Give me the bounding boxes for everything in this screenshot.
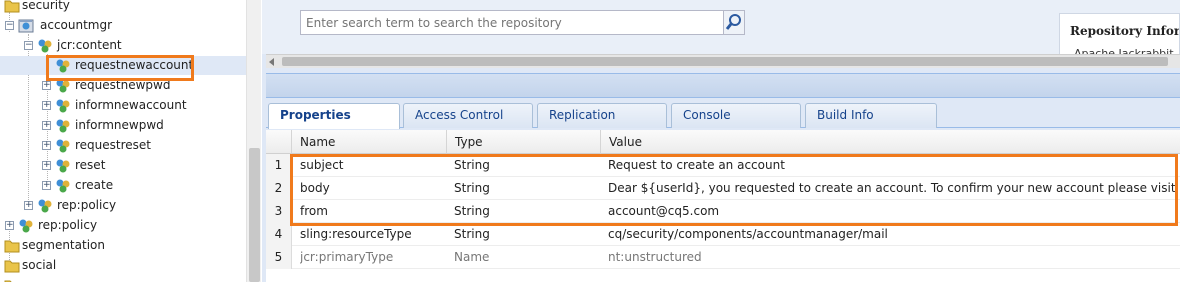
node-icon <box>55 138 71 153</box>
tree-item-label: informnewaccount <box>75 98 187 112</box>
tree-item-label: security <box>22 0 70 12</box>
expand-icon[interactable]: + <box>42 141 51 150</box>
table-row[interactable]: 5 jcr:primaryType Name nt:unstructured <box>266 246 1180 269</box>
tree-item-label: requestreset <box>75 138 152 152</box>
tab-console[interactable]: Console <box>671 103 801 128</box>
tree-item-segmentation[interactable]: segmentation <box>0 236 246 255</box>
node-icon <box>55 118 71 133</box>
tab-access-control[interactable]: Access Control <box>403 103 533 128</box>
repository-search-input[interactable] <box>300 10 724 35</box>
tree-item-rep-policy[interactable]: + rep:policy <box>0 196 246 215</box>
row-number: 5 <box>266 246 292 269</box>
tree-item-jcr-content[interactable]: − jcr:content <box>0 36 246 55</box>
folder-icon <box>4 0 20 13</box>
tab-bar: Properties Access Control Replication Co… <box>266 98 1180 129</box>
row-number: 4 <box>266 223 292 246</box>
property-value[interactable]: nt:unstructured <box>608 246 1180 269</box>
collapse-icon[interactable]: − <box>24 41 33 50</box>
node-icon <box>37 38 53 53</box>
node-icon <box>18 218 34 233</box>
tree-item-label: segmentation <box>22 238 105 252</box>
row-number: 1 <box>266 154 292 177</box>
tree-item-reset[interactable]: + reset <box>0 156 246 175</box>
node-icon <box>55 158 71 173</box>
selection-highlight-box <box>46 55 194 81</box>
tree-item-label: accountmgr <box>40 18 113 32</box>
node-icon <box>55 178 71 193</box>
grid-header-value[interactable]: Value <box>601 130 1180 154</box>
repository-info-title: Repository Infor <box>1070 24 1180 38</box>
tree-item-label: create <box>75 178 114 192</box>
scrollbar-thumb[interactable] <box>282 57 1168 66</box>
tree-item-social[interactable]: social <box>0 256 246 275</box>
folder-icon <box>4 278 20 282</box>
tree-item-label: rep:policy <box>38 218 98 232</box>
tab-build-info[interactable]: Build Info <box>805 103 937 128</box>
expand-icon[interactable]: + <box>42 101 51 110</box>
tree-item-informnewpwd[interactable]: + informnewpwd <box>0 116 246 135</box>
tab-properties[interactable]: Properties <box>268 103 400 129</box>
tree-scrollbar[interactable] <box>246 0 261 282</box>
grid-header-rownum <box>266 130 292 154</box>
tree-item-accountmgr[interactable]: − accountmgr <box>0 16 246 35</box>
repository-info-panel: Repository Infor Apache Jackrabbit <box>1059 13 1180 57</box>
panel-header <box>266 73 1180 98</box>
horizontal-scrollbar[interactable] <box>266 54 1180 68</box>
node-icon <box>55 98 71 113</box>
tree-item-rep-policy[interactable]: + rep:policy <box>0 216 246 235</box>
expand-icon[interactable]: + <box>42 121 51 130</box>
tree-item-label: rep:policy <box>57 198 117 212</box>
expand-icon[interactable]: + <box>24 201 33 210</box>
grid-header-type[interactable]: Type <box>447 130 601 154</box>
tree-item-requestreset[interactable]: + requestreset <box>0 136 246 155</box>
property-value[interactable]: cq/security/components/accountmanager/ma… <box>608 223 1180 246</box>
tree-item-label: reset <box>75 158 106 172</box>
content-pane: Repository Infor Apache Jackrabbit Prope… <box>262 0 1180 282</box>
tree-item-label: social <box>22 258 57 272</box>
scroll-left-icon[interactable] <box>269 58 274 66</box>
property-name[interactable]: jcr:primaryType <box>300 246 450 269</box>
table-row[interactable]: 4 sling:resourceType String cq/security/… <box>266 223 1180 246</box>
property-type[interactable]: Name <box>454 246 604 269</box>
search-button[interactable] <box>723 10 745 35</box>
folder-icon <box>4 238 20 253</box>
row-number: 3 <box>266 200 292 223</box>
expand-icon[interactable]: + <box>42 181 51 190</box>
node-icon <box>37 198 53 213</box>
rows-highlight-box <box>290 154 1178 226</box>
folder-icon <box>4 258 20 273</box>
property-name[interactable]: sling:resourceType <box>300 223 450 246</box>
search-area: Repository Infor Apache Jackrabbit <box>262 0 1180 57</box>
tree-item-informnewaccount[interactable]: + informnewaccount <box>0 96 246 115</box>
tree-item-partial[interactable] <box>0 276 246 282</box>
magnifier-icon <box>725 14 741 30</box>
expand-icon[interactable]: + <box>5 221 14 230</box>
tree-item-label: jcr:content <box>57 38 122 52</box>
tree-item-security[interactable]: security <box>0 0 246 15</box>
row-number: 2 <box>266 177 292 200</box>
page-node-icon <box>18 18 34 33</box>
tab-replication[interactable]: Replication <box>537 103 667 128</box>
tree-item-label: informnewpwd <box>75 118 164 132</box>
grid-header-name[interactable]: Name <box>292 130 447 154</box>
repository-tree: security − accountmgr − jcr:content requ… <box>0 0 246 282</box>
tree-item-create[interactable]: + create <box>0 176 246 195</box>
property-type[interactable]: String <box>454 223 604 246</box>
scrollbar-thumb[interactable] <box>249 148 260 282</box>
expand-icon[interactable]: + <box>42 81 51 90</box>
expand-icon[interactable]: + <box>42 161 51 170</box>
collapse-icon[interactable]: − <box>5 21 14 30</box>
